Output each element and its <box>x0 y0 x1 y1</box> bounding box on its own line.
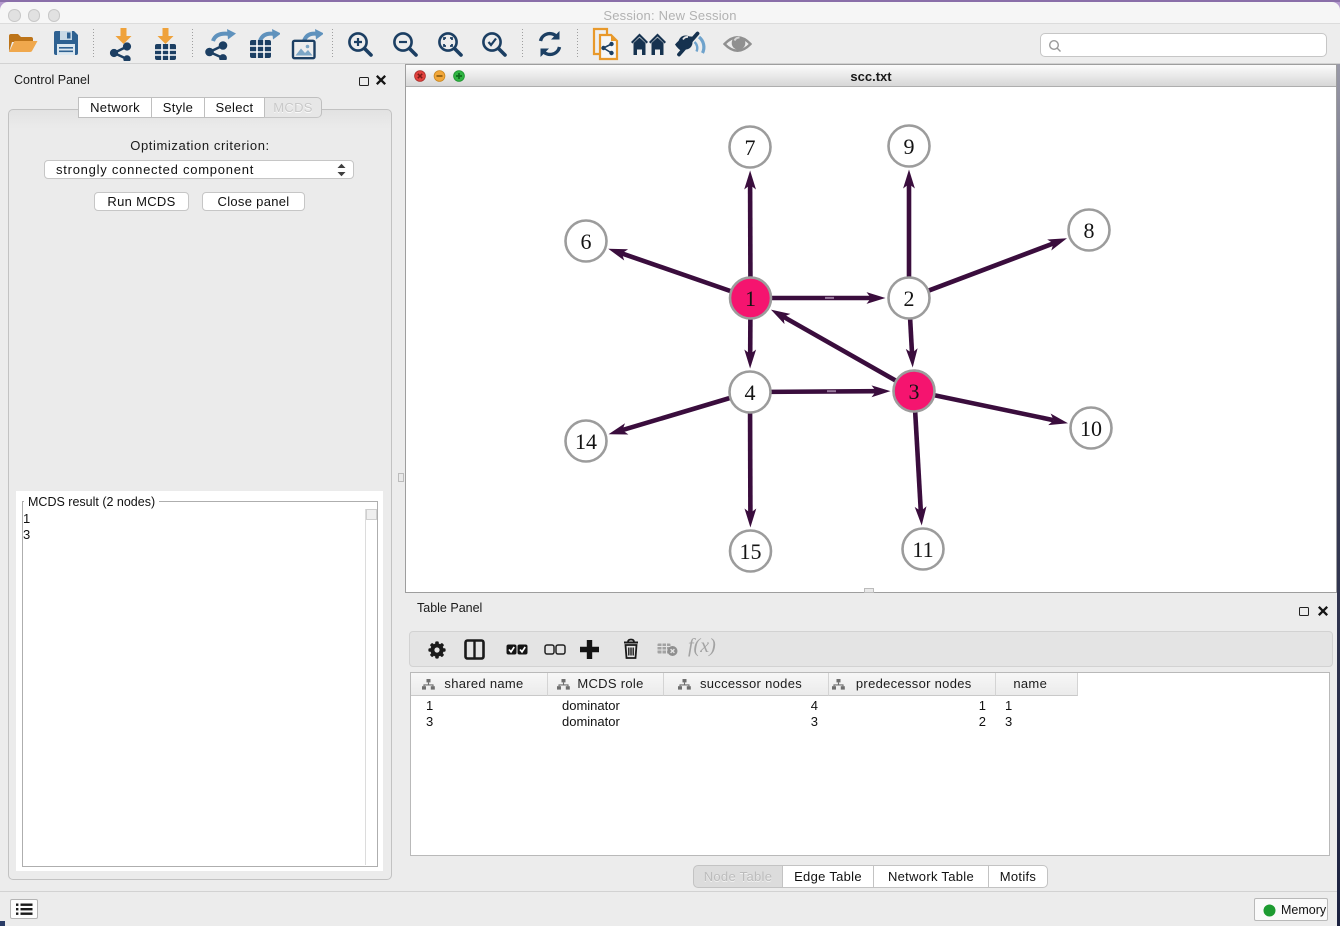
svg-text:7: 7 <box>745 135 756 160</box>
svg-text:8: 8 <box>1084 218 1095 243</box>
svg-text:4: 4 <box>745 380 756 405</box>
svg-text:15: 15 <box>740 539 762 564</box>
svg-text:1: 1 <box>745 286 756 311</box>
svg-text:3: 3 <box>909 379 920 404</box>
svg-text:10: 10 <box>1080 416 1102 441</box>
svg-text:14: 14 <box>575 429 597 454</box>
svg-text:11: 11 <box>912 537 933 562</box>
svg-text:9: 9 <box>904 134 915 159</box>
svg-text:2: 2 <box>904 286 915 311</box>
svg-text:6: 6 <box>581 229 592 254</box>
